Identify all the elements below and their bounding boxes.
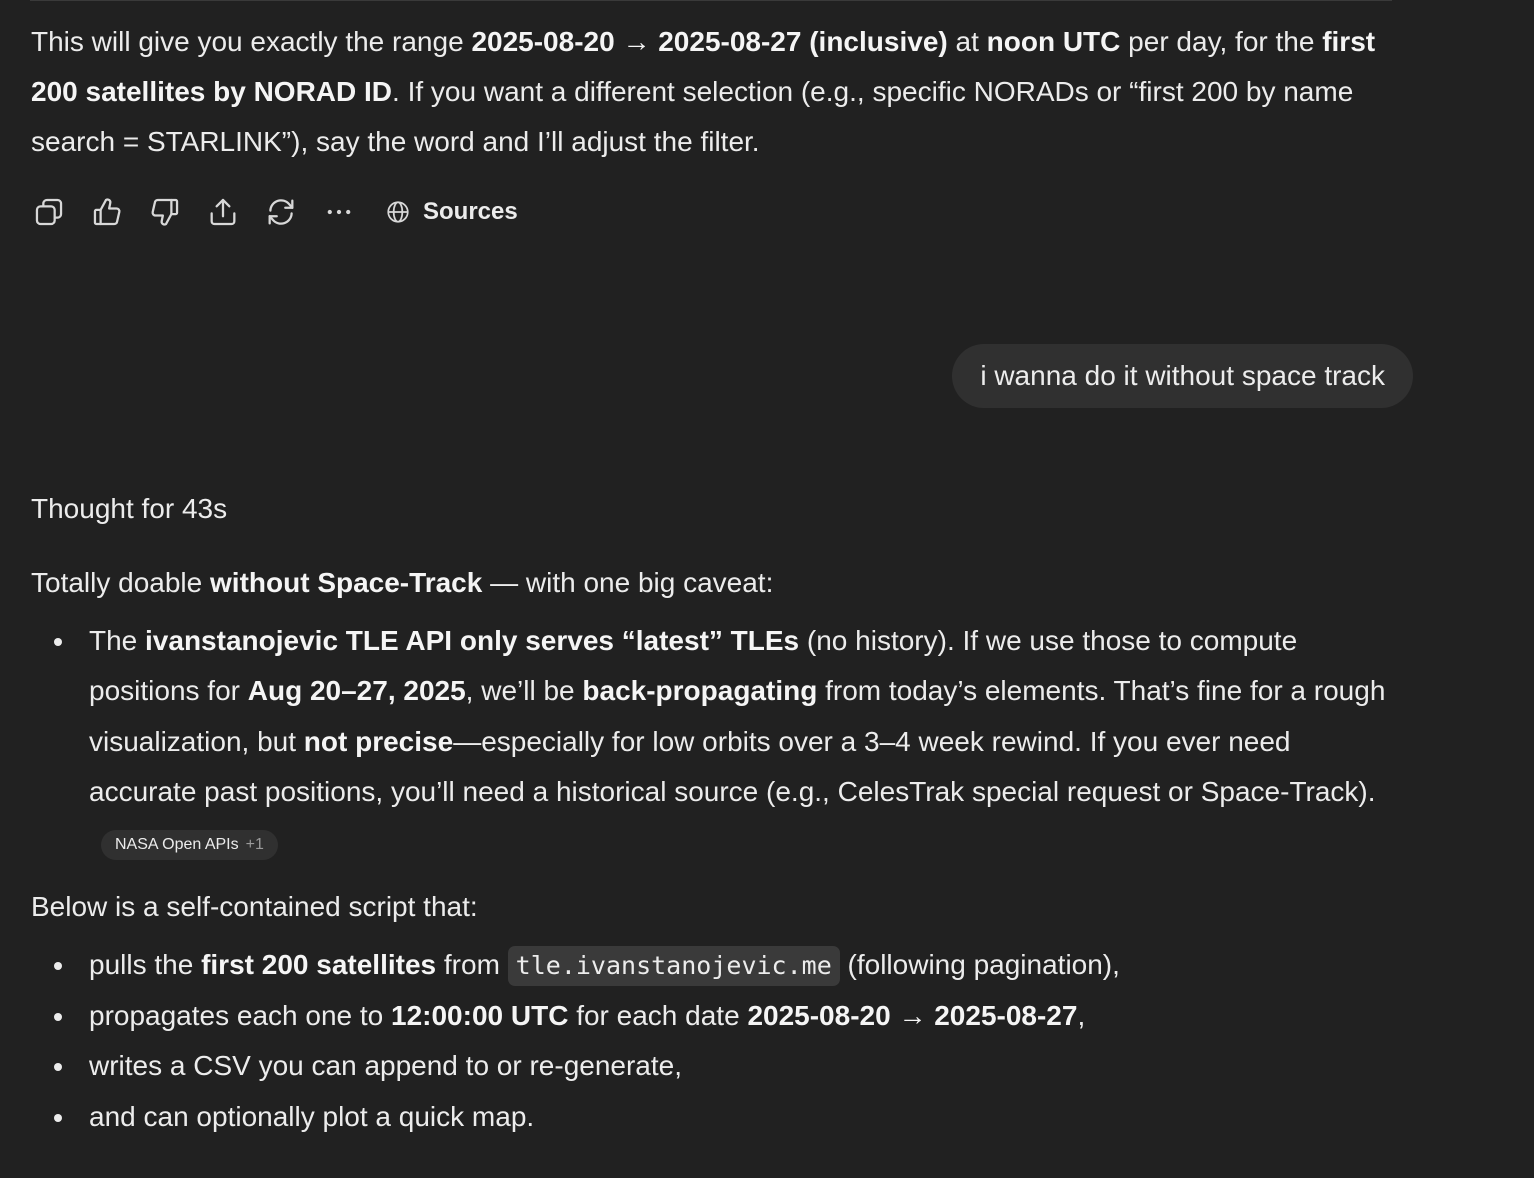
more-options-button[interactable]: [321, 192, 357, 232]
thumbs-up-button[interactable]: [89, 192, 125, 232]
list-item: pulls the first 200 satellites from tle.…: [31, 940, 1391, 991]
thumbs-down-icon: [151, 198, 179, 226]
top-divider: [30, 0, 1392, 1]
user-message-bubble: i wanna do it without space track: [952, 344, 1413, 408]
copy-button[interactable]: [31, 192, 67, 232]
bullet-bold: 2025-08-20 → 2025-08-27: [747, 999, 1078, 1031]
regenerate-button[interactable]: [263, 192, 299, 232]
bullet-text: and can optionally plot a quick map.: [89, 1100, 535, 1132]
list-item: and can optionally plot a quick map.: [31, 1092, 1391, 1143]
sources-button[interactable]: Sources: [385, 198, 518, 226]
intro-bold-range: 2025-08-20 → 2025-08-27 (inclusive): [471, 26, 948, 57]
bullet-text: , we’ll be: [465, 675, 583, 707]
list-item: The ivanstanojevic TLE API only serves “…: [31, 616, 1391, 868]
assistant-intro-paragraph: This will give you exactly the range 202…: [31, 17, 1411, 167]
thought-duration-toggle[interactable]: Thought for 43s: [31, 484, 227, 534]
citation-label: NASA Open APIs: [115, 835, 239, 853]
intro-bold-noon: noon UTC: [986, 26, 1121, 57]
inline-code: tle.ivanstanojevic.me: [507, 946, 840, 986]
caveat-bold: without Space-Track: [210, 567, 483, 598]
bullet-text: ,: [1077, 999, 1086, 1031]
copy-icon: [35, 198, 63, 226]
caveat-text: Totally doable: [31, 567, 211, 598]
bullet-text: from: [436, 949, 508, 980]
citation-more-count: +1: [245, 835, 264, 853]
share-icon: [210, 198, 236, 226]
message-action-bar: Sources: [31, 190, 518, 234]
bullet-bold: ivanstanojevic TLE API only serves “late…: [145, 625, 800, 656]
bullet-text: for each date: [568, 999, 748, 1031]
bullet-text: pulls the: [89, 949, 202, 980]
caveat-list: The ivanstanojevic TLE API only serves “…: [31, 616, 1391, 868]
bullet-text: writes a CSV you can append to or re-gen…: [89, 1050, 683, 1081]
list-item: writes a CSV you can append to or re-gen…: [31, 1041, 1391, 1092]
bullet-text: propagates each one to: [89, 999, 392, 1031]
citation-pill[interactable]: NASA Open APIs +1: [101, 829, 278, 860]
thumbs-up-icon: [93, 198, 121, 226]
share-button[interactable]: [205, 192, 241, 232]
intro-text: This will give you exactly the range: [31, 26, 472, 57]
intro-text: per day, for the: [1120, 26, 1323, 57]
list-item: propagates each one to 12:00:00 UTC for …: [31, 991, 1391, 1042]
thumbs-down-button[interactable]: [147, 192, 183, 232]
bullet-bold: back-propagating: [582, 675, 818, 707]
bullet-bold: Aug 20–27, 2025: [247, 675, 466, 707]
bullet-bold: first 200 satellites: [201, 949, 437, 980]
chat-page: This will give you exactly the range 202…: [0, 0, 1534, 1178]
regenerate-icon: [268, 199, 294, 225]
caveat-text: — with one big caveat:: [482, 567, 774, 598]
caveat-paragraph: Totally doable without Space-Track — wit…: [31, 558, 773, 608]
intro-text: at: [947, 26, 987, 57]
more-icon: [327, 209, 351, 215]
bullet-bold: not precise: [303, 725, 454, 757]
globe-icon: [387, 201, 409, 223]
bullet-text: The: [89, 625, 146, 656]
sources-label: Sources: [423, 198, 518, 225]
bullet-text: (following pagination),: [839, 949, 1120, 980]
bullet-bold: 12:00:00 UTC: [391, 999, 569, 1031]
script-intro-paragraph: Below is a self-contained script that:: [31, 891, 478, 922]
script-features-list: pulls the first 200 satellites from tle.…: [31, 940, 1391, 1142]
